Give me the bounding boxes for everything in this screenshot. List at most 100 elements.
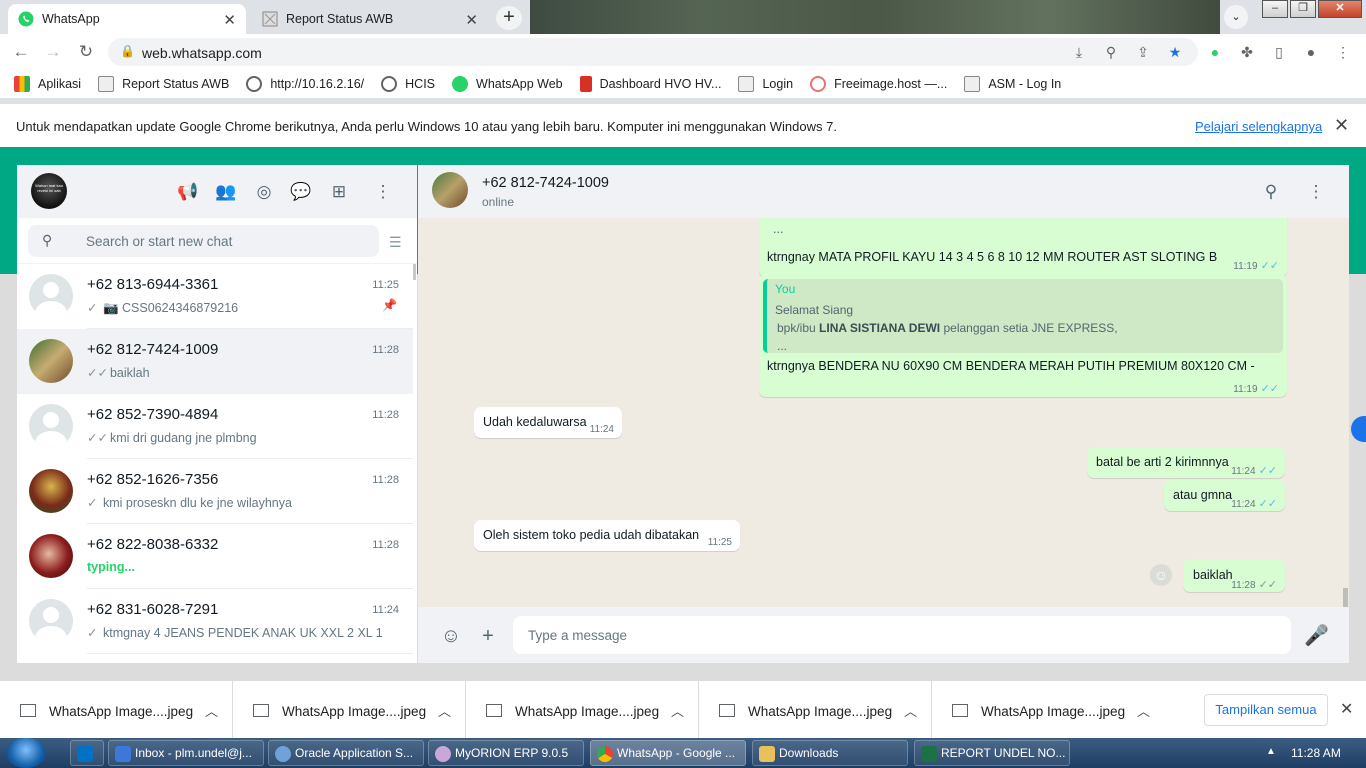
reload-icon[interactable]: ↻: [75, 41, 97, 63]
microphone-icon[interactable]: 🎤: [1304, 624, 1329, 648]
bookmark-apps[interactable]: Aplikasi: [14, 76, 81, 92]
outlook-icon: [77, 746, 93, 762]
bookmark-report-status[interactable]: Report Status AWB: [98, 76, 229, 92]
globe-icon: [381, 76, 398, 92]
image-file-icon: [952, 704, 968, 717]
chevron-up-icon[interactable]: ︿: [438, 701, 451, 720]
download-item[interactable]: WhatsApp Image....jpeg ︿: [233, 681, 466, 739]
taskbar-item-active[interactable]: WhatsApp - Google ...: [590, 740, 746, 766]
chat-row[interactable]: +62 812-7424-1009 11:28 ✓✓ baiklah: [17, 329, 413, 394]
bookmark-whatsapp-web[interactable]: WhatsApp Web: [452, 76, 563, 92]
taskbar-item[interactable]: Downloads: [752, 740, 908, 766]
communities-icon[interactable]: 👥: [215, 181, 237, 203]
chrome-menu-icon[interactable]: ⋮: [1334, 43, 1352, 61]
new-chat-icon[interactable]: ⊞: [328, 181, 350, 203]
channels-megaphone-icon[interactable]: 📢: [177, 181, 199, 203]
download-item[interactable]: WhatsApp Image....jpeg ︿: [466, 681, 699, 739]
my-profile-avatar[interactable]: Wahon mat kau rezeki ini sab: [31, 173, 67, 209]
bookmark-star-icon[interactable]: ★: [1166, 43, 1184, 61]
start-button[interactable]: [6, 738, 46, 768]
taskbar-item[interactable]: Oracle Application S...: [268, 740, 424, 766]
download-filename: WhatsApp Image....jpeg: [49, 704, 194, 719]
message-scrollbar[interactable]: [1343, 588, 1348, 607]
filter-icon[interactable]: ☰: [389, 234, 402, 251]
emoji-icon[interactable]: ☺: [439, 624, 463, 648]
taskbar-item[interactable]: MyORION ERP 9.0.5: [428, 740, 584, 766]
side-panel-icon[interactable]: ▯: [1270, 43, 1288, 61]
channels-icon[interactable]: 💬: [290, 181, 312, 203]
quoted-message[interactable]: You Selamat Siang bpk/ibu LINA SISTIANA …: [763, 279, 1283, 353]
preview-text: CSS0624346879216: [122, 301, 239, 315]
close-icon[interactable]: ✕: [1340, 699, 1353, 719]
forward-arrow-icon[interactable]: →: [42, 41, 64, 63]
chevron-up-icon[interactable]: ︿: [671, 701, 684, 720]
close-icon[interactable]: ✕: [1334, 115, 1349, 136]
maximize-button[interactable]: ❐: [1290, 0, 1316, 18]
outgoing-message[interactable]: You Selamat Siang bpk/ibu LINA SISTIANA …: [759, 275, 1287, 397]
bookmark-freeimage[interactable]: Freeimage.host —...: [810, 76, 947, 92]
whatsapp-icon: [452, 76, 469, 92]
download-item[interactable]: WhatsApp Image....jpeg ︿: [699, 681, 932, 739]
bookmark-asm[interactable]: ASM - Log In: [964, 76, 1061, 92]
chevron-up-icon[interactable]: ︿: [1137, 701, 1150, 720]
install-app-icon[interactable]: ⤓: [1070, 43, 1088, 61]
back-arrow-icon[interactable]: ←: [10, 41, 32, 63]
bookmark-ip[interactable]: http://10.16.2.16/: [246, 76, 364, 92]
conversation-header[interactable]: +62 812-7424-1009 online ⚲ ⋮: [418, 165, 1349, 218]
chat-row[interactable]: +62 852-1626-7356 11:28 ✓ kmi proseskn d…: [17, 459, 413, 524]
chat-row[interactable]: +62 852-7390-4894 11:28 ✓✓ kmi dri gudang…: [17, 394, 413, 459]
outlook-pinned-button[interactable]: [70, 740, 104, 766]
search-input[interactable]: ⚲ Search or start new chat: [28, 225, 379, 257]
bookmark-hcis[interactable]: HCIS: [381, 76, 435, 92]
chat-row[interactable]: [17, 654, 413, 663]
clock[interactable]: 11:28 AM: [1291, 746, 1341, 760]
chevron-up-icon[interactable]: ︿: [904, 701, 917, 720]
tab-report-status[interactable]: Report Status AWB ✕: [252, 4, 488, 34]
attach-plus-icon[interactable]: +: [476, 624, 500, 648]
chat-row[interactable]: +62 813-6944-3361 11:25 ✓ 📷 CSS062434687…: [17, 264, 413, 329]
close-tab-icon[interactable]: ✕: [465, 11, 478, 29]
chat-name: +62 813-6944-3361: [87, 276, 219, 293]
message-input[interactable]: Type a message: [513, 616, 1291, 654]
status-icon[interactable]: ◎: [253, 181, 275, 203]
address-bar[interactable]: 🔒 web.whatsapp.com: [108, 38, 1198, 66]
tab-whatsapp[interactable]: WhatsApp ✕: [8, 4, 246, 34]
minimize-button[interactable]: –: [1262, 0, 1288, 18]
tray-expand-icon[interactable]: ▲: [1266, 746, 1276, 757]
close-tab-icon[interactable]: ✕: [223, 11, 236, 29]
quote-line: bpk/ibu LINA SISTIANA DEWI pelanggan set…: [777, 321, 1118, 335]
outgoing-message[interactable]: ... ktrngnay MATA PROFIL KAYU 14 3 4 5 6…: [759, 218, 1287, 277]
extensions-puzzle-icon[interactable]: ✤: [1238, 43, 1256, 61]
freeimage-icon: [810, 76, 827, 92]
contact-avatar[interactable]: [432, 172, 468, 208]
chat-row[interactable]: +62 822-8038-6332 11:28 typing...: [17, 524, 413, 589]
taskbar-label: Downloads: [779, 746, 839, 760]
bookmark-login[interactable]: Login: [738, 76, 793, 92]
taskbar-item[interactable]: REPORT UNDEL NO...: [914, 740, 1070, 766]
download-item[interactable]: WhatsApp Image....jpeg ︿: [0, 681, 233, 739]
window-close-button[interactable]: ✕: [1318, 0, 1362, 18]
search-icon[interactable]: ⚲: [1260, 181, 1282, 203]
incoming-message[interactable]: Udah kedaluwarsa 11:24: [474, 407, 622, 438]
download-item[interactable]: WhatsApp Image....jpeg ︿: [932, 681, 1165, 739]
zoom-icon[interactable]: ⚲: [1102, 43, 1120, 61]
tab-search-chevron-icon[interactable]: ⌄: [1224, 5, 1248, 29]
outgoing-message[interactable]: batal be arti 2 kirimnnya 11:24 ✓✓: [1087, 447, 1285, 478]
outgoing-message[interactable]: baiklah 11:28 ✓✓: [1183, 559, 1285, 592]
emoji-reaction-icon[interactable]: ☺: [1150, 564, 1172, 586]
menu-icon[interactable]: ⋮: [372, 181, 394, 203]
incoming-message[interactable]: Oleh sistem toko pedia udah dibatakan 11…: [474, 520, 740, 551]
bookmark-dashboard[interactable]: Dashboard HVO HV...: [579, 76, 721, 92]
learn-more-link[interactable]: Pelajari selengkapnya: [1195, 119, 1322, 134]
taskbar-item[interactable]: Inbox - plm.undel@j...: [108, 740, 264, 766]
outgoing-message[interactable]: atau gmna 11:24 ✓✓: [1164, 480, 1285, 511]
chat-row[interactable]: +62 831-6028-7291 11:24 ✓ ktmgnay 4 JEAN…: [17, 589, 413, 654]
profile-avatar-icon[interactable]: ●: [1302, 43, 1320, 61]
conversation-panel: +62 812-7424-1009 online ⚲ ⋮ ... ktrngna…: [418, 165, 1349, 663]
menu-icon[interactable]: ⋮: [1305, 181, 1327, 203]
show-all-downloads-button[interactable]: Tampilkan semua: [1204, 694, 1328, 726]
chevron-up-icon[interactable]: ︿: [205, 701, 218, 720]
new-tab-button[interactable]: +: [496, 6, 522, 30]
share-icon[interactable]: ⇪: [1134, 43, 1152, 61]
extension-whatsapp-icon[interactable]: ●: [1206, 43, 1224, 61]
